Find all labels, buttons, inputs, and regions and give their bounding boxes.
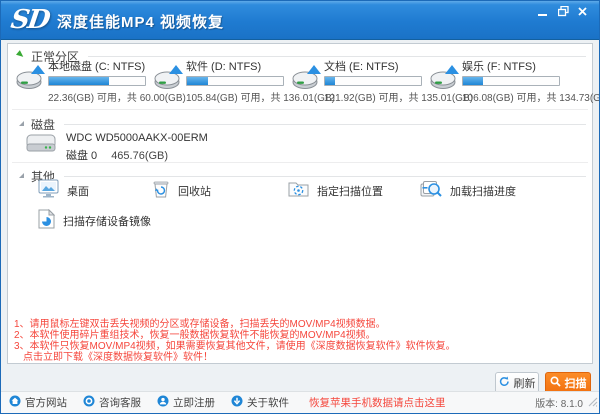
info-icon — [231, 395, 243, 410]
section-divider-line — [64, 176, 586, 177]
user-icon — [157, 395, 169, 410]
physical-disk-icon — [26, 132, 56, 163]
drive-capacity: 105.84(GB) 可用，共 136.01(GB) — [186, 89, 288, 104]
instructions: 1、请用鼠标左键双击丢失视频的分区或存储设备，扫描丢失的MOV/MP4视频数据。… — [14, 320, 456, 364]
section-divider-line — [64, 124, 586, 125]
desktop-icon — [38, 179, 59, 204]
hard-drive-icon — [16, 64, 46, 95]
drive-capacity: 121.92(GB) 可用，共 135.01(GB) — [324, 89, 426, 104]
drive-usage-bar — [462, 76, 560, 86]
other-item-label: 桌面 — [67, 183, 89, 199]
other-item-recycle-bin[interactable]: 回收站 — [152, 180, 211, 202]
footer-link-official-site[interactable]: 官方网站 — [9, 395, 67, 410]
scan-button-label: 扫描 — [565, 375, 587, 391]
download-link[interactable]: 点击立即下载《深度数据恢复软件》软件！ — [14, 353, 456, 363]
other-item-label: 指定扫描位置 — [317, 183, 383, 199]
scan-icon — [550, 376, 561, 390]
app-window: SD 深度佳能MP4 视频恢复 — [0, 0, 600, 414]
folder-scan-icon — [288, 179, 309, 204]
footer-link-about[interactable]: 关于软件 — [231, 395, 289, 410]
drive-name: 娱乐 (F: NTFS) — [462, 58, 564, 74]
other-item-load-progress[interactable]: 加载扫描进度 — [420, 180, 516, 202]
drive-name: 文档 (E: NTFS) — [324, 58, 426, 74]
refresh-button-label: 刷新 — [514, 375, 536, 391]
home-icon — [9, 395, 21, 410]
hard-drive-icon — [154, 64, 184, 95]
minimize-button[interactable] — [535, 5, 551, 18]
drive-item-c[interactable]: 本地磁盘 (C: NTFS) 22.36(GB) 可用，共 60.00(GB) — [16, 58, 152, 102]
recycle-bin-icon — [152, 179, 170, 204]
close-button[interactable] — [575, 5, 591, 18]
section-disk-header[interactable]: 磁盘 — [16, 115, 586, 133]
version-label: 版本: 8.1.0 — [535, 395, 591, 410]
title-bar: SD 深度佳能MP4 视频恢复 — [1, 1, 599, 40]
other-item-label: 扫描存储设备镜像 — [63, 213, 151, 229]
drive-usage-bar — [48, 76, 146, 86]
status-bar: 官方网站 咨询客服 立即注册 关于软件 恢复苹果手机数据请点击这里 版本: 8.… — [1, 391, 599, 413]
drive-item-f[interactable]: 娱乐 (F: NTFS) 106.08(GB) 可用，共 134.73(GB) — [430, 58, 566, 102]
instruction-line-2: 2、本软件使用碎片重组技术，恢复一般数据恢复软件不能恢复的MOV/MP4视频。 — [14, 331, 456, 341]
refresh-icon — [499, 376, 510, 390]
disk-size: 465.76(GB) — [111, 150, 168, 162]
drive-capacity: 22.36(GB) 可用，共 60.00(GB) — [48, 89, 150, 104]
footer-link-support[interactable]: 咨询客服 — [83, 395, 141, 410]
drive-item-d[interactable]: 软件 (D: NTFS) 105.84(GB) 可用，共 136.01(GB) — [154, 58, 290, 102]
section-disk-label: 磁盘 — [31, 116, 55, 133]
device-image-icon — [38, 209, 55, 234]
other-item-label: 加载扫描进度 — [450, 183, 516, 199]
resize-grip[interactable] — [588, 394, 598, 412]
load-progress-icon — [420, 179, 442, 204]
headset-icon — [83, 395, 95, 410]
disk-item-0[interactable]: WDC WD5000AAKX-00ERM 磁盘 0 465.76(GB) — [26, 132, 208, 163]
expander-icon — [16, 115, 26, 133]
disk-model: WDC WD5000AAKX-00ERM — [66, 132, 208, 144]
drive-usage-bar — [324, 76, 422, 86]
minimize-icon — [538, 7, 548, 17]
drive-item-e[interactable]: 文档 (E: NTFS) 121.92(GB) 可用，共 135.01(GB) — [292, 58, 428, 102]
main-panel: 正常分区 本地磁盘 (C: NTFS) 22.36(GB) 可用，共 60.00… — [7, 43, 593, 364]
other-item-specify-location[interactable]: 指定扫描位置 — [288, 180, 383, 202]
footer-link-label: 立即注册 — [173, 395, 215, 410]
expander-icon — [16, 167, 26, 185]
hard-drive-icon — [430, 64, 460, 95]
footer-link-label: 咨询客服 — [99, 395, 141, 410]
drive-name: 软件 (D: NTFS) — [186, 58, 288, 74]
other-item-label: 回收站 — [178, 183, 211, 199]
instruction-line-3: 3、本软件只恢复MOV/MP4视频，如果需要恢复其他文件，请使用《深度数据恢复软… — [14, 342, 456, 352]
app-title: 深度佳能MP4 视频恢复 — [57, 11, 224, 32]
instruction-line-1: 1、请用鼠标左键双击丢失视频的分区或存储设备，扫描丢失的MOV/MP4视频数据。 — [14, 320, 456, 330]
disk-name: 磁盘 0 — [66, 150, 97, 162]
section-divider-line — [88, 56, 586, 57]
other-item-scan-device-image[interactable]: 扫描存储设备镜像 — [38, 210, 151, 232]
restore-icon — [558, 6, 569, 17]
section-separator — [12, 109, 588, 110]
app-logo: SD — [9, 5, 51, 35]
restore-button[interactable] — [555, 5, 571, 18]
iphone-recovery-link[interactable]: 恢复苹果手机数据请点击这里 — [309, 395, 446, 410]
hard-drive-icon — [292, 64, 322, 95]
other-item-desktop[interactable]: 桌面 — [38, 180, 89, 202]
drive-usage-bar — [186, 76, 284, 86]
section-separator — [12, 162, 588, 163]
drive-capacity: 106.08(GB) 可用，共 134.73(GB) — [462, 89, 564, 104]
footer-link-register[interactable]: 立即注册 — [157, 395, 215, 410]
footer-link-label: 关于软件 — [247, 395, 289, 410]
footer-link-label: 官方网站 — [25, 395, 67, 410]
drive-name: 本地磁盘 (C: NTFS) — [48, 58, 150, 74]
close-icon — [578, 7, 588, 17]
